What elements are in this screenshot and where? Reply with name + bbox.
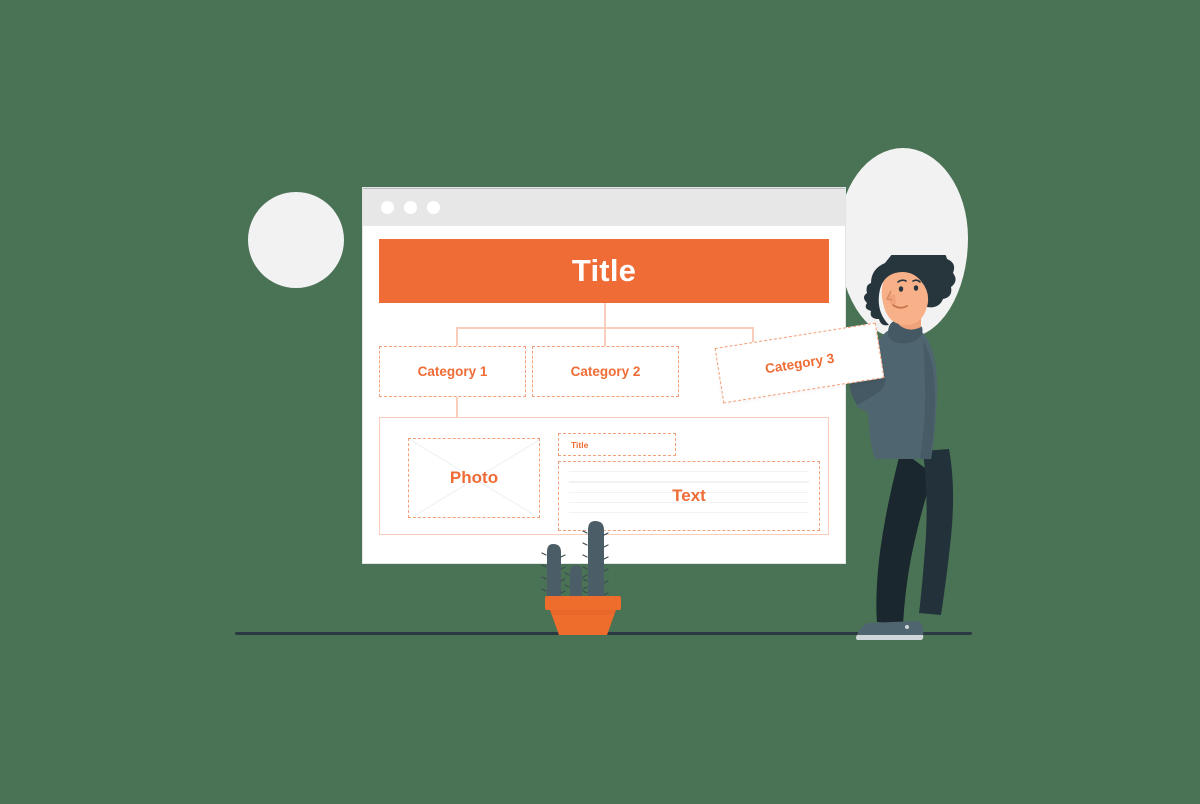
connector-title-stem <box>604 303 606 328</box>
window-titlebar <box>363 188 845 226</box>
connector-to-content-panel <box>456 397 458 417</box>
potted-cactus <box>531 497 635 635</box>
photo-placeholder[interactable]: Photo <box>408 438 540 518</box>
small-title-field[interactable]: Title <box>558 433 676 456</box>
text-placeholder-label: Text <box>672 486 706 505</box>
photo-placeholder-label: Photo <box>449 468 499 487</box>
window-close-dot-icon[interactable] <box>381 201 394 214</box>
cactus-pot <box>545 596 621 635</box>
category-box-2[interactable]: Category 2 <box>532 346 679 397</box>
window-maximize-dot-icon[interactable] <box>427 201 440 214</box>
illustration-canvas: Title Category 1 Category 2 Photo Title … <box>0 0 1200 804</box>
title-band[interactable]: Title <box>379 239 829 303</box>
decorative-circle <box>248 192 344 288</box>
window-minimize-dot-icon[interactable] <box>404 201 417 214</box>
connector-to-category-1 <box>456 327 458 346</box>
connector-to-category-2 <box>604 327 606 346</box>
person-holding-card <box>825 245 978 640</box>
cactus-arms <box>541 521 609 605</box>
category-box-1[interactable]: Category 1 <box>379 346 526 397</box>
